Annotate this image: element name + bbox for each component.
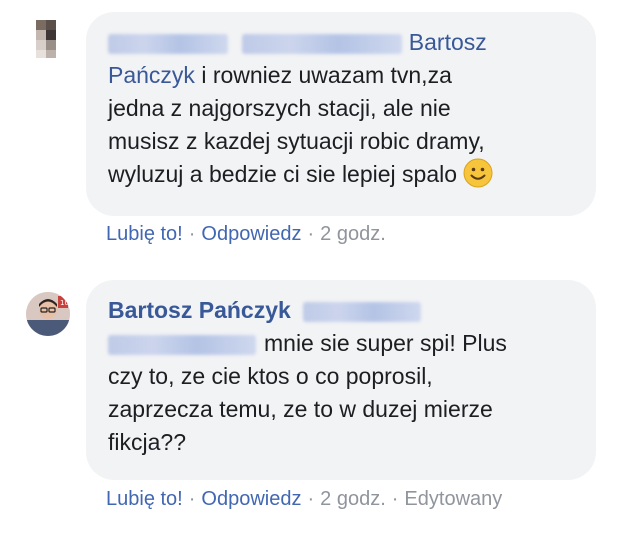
separator-dot: · bbox=[188, 488, 196, 510]
reply-link[interactable]: Odpowiedz bbox=[201, 488, 301, 510]
svg-text:10: 10 bbox=[60, 299, 69, 307]
comment-text-line: mnie sie super spi! Plus bbox=[108, 327, 576, 360]
blurred-name bbox=[303, 301, 422, 322]
comment-bubble: Bartosz Pańczyk i rowniez uwazam tvn,za … bbox=[86, 12, 596, 216]
comment-header-line: Bartosz bbox=[108, 26, 576, 59]
smiley-face-icon bbox=[463, 158, 493, 188]
avatar[interactable] bbox=[28, 18, 68, 58]
avatar[interactable]: 10 bbox=[26, 292, 70, 336]
comment-text: zaprzecza temu, ze to w duzej mierze bbox=[108, 396, 493, 422]
comment-actions: Lubię to! · Odpowiedz · 2 godz. · Edytowany bbox=[106, 488, 502, 511]
comment-text: jedna z najgorszych stacji, ale nie bbox=[108, 95, 451, 121]
like-link[interactable]: Lubię to! bbox=[106, 223, 183, 245]
blurred-name bbox=[242, 33, 403, 54]
blurred-name bbox=[108, 33, 228, 54]
separator-dot: · bbox=[307, 488, 315, 510]
comment-text: wyluzuj a bedzie ci sie lepiej spalo bbox=[108, 161, 458, 187]
separator-dot: · bbox=[188, 223, 196, 245]
comment-text-line: wyluzuj a bedzie ci sie lepiej spalo bbox=[108, 158, 576, 191]
blurred-avatar-icon bbox=[28, 18, 68, 58]
like-link[interactable]: Lubię to! bbox=[106, 488, 183, 510]
comment-bubble: Bartosz Pańczyk mnie sie super spi! Plus… bbox=[86, 280, 596, 480]
blurred-name bbox=[108, 334, 256, 355]
mention-link[interactable]: Bartosz bbox=[409, 29, 487, 55]
comment-text: czy to, ze cie ktos o co poprosil, bbox=[108, 363, 433, 389]
user-avatar-icon: 10 bbox=[26, 292, 70, 336]
comment-text: musisz z kazdej sytuacji robic dramy, bbox=[108, 128, 485, 154]
author-name-link[interactable]: Bartosz Pańczyk bbox=[108, 297, 291, 323]
reply-link[interactable]: Odpowiedz bbox=[201, 223, 301, 245]
edited-label[interactable]: Edytowany bbox=[404, 488, 502, 510]
comment-actions: Lubię to! · Odpowiedz · 2 godz. bbox=[106, 223, 386, 246]
timestamp[interactable]: 2 godz. bbox=[320, 488, 386, 510]
comment-text: fikcja?? bbox=[108, 429, 186, 455]
mention-link[interactable]: Pańczyk bbox=[108, 62, 195, 88]
comment-header-line: Bartosz Pańczyk bbox=[108, 294, 576, 327]
separator-dot: · bbox=[307, 223, 315, 245]
separator-dot: · bbox=[391, 488, 399, 510]
comment-text-line: Pańczyk i rowniez uwazam tvn,za bbox=[108, 59, 576, 92]
comment-text: i rowniez uwazam tvn,za bbox=[194, 62, 452, 88]
comment-text: mnie sie super spi! Plus bbox=[264, 330, 507, 356]
timestamp[interactable]: 2 godz. bbox=[320, 223, 386, 245]
